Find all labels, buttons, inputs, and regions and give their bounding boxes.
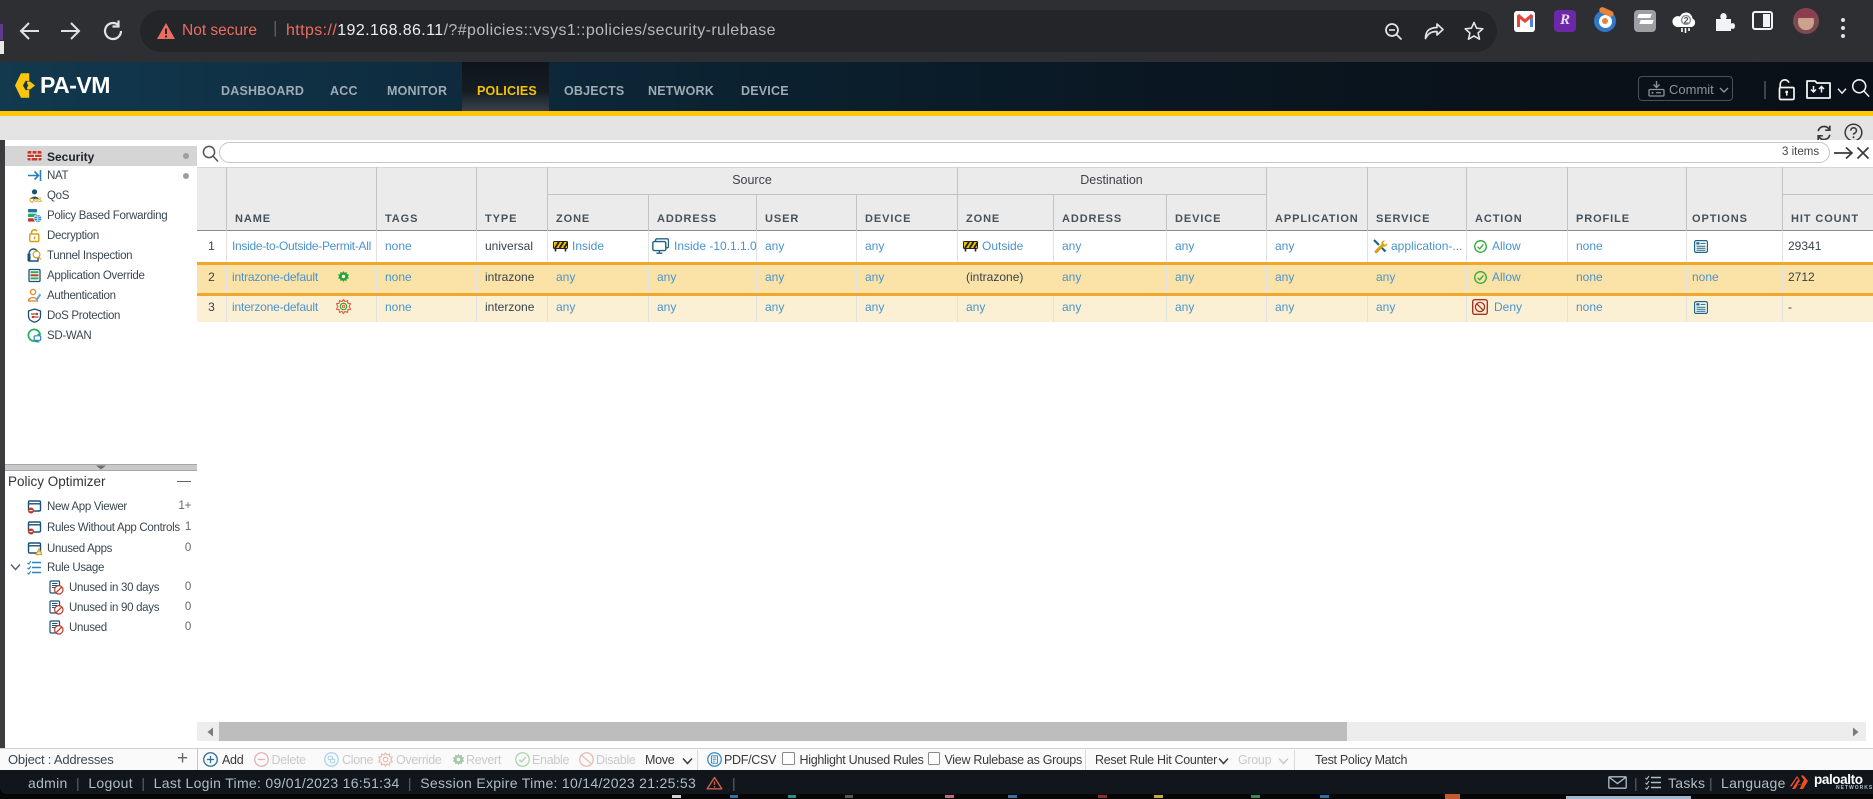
- svg-text:QoS: QoS: [29, 197, 42, 203]
